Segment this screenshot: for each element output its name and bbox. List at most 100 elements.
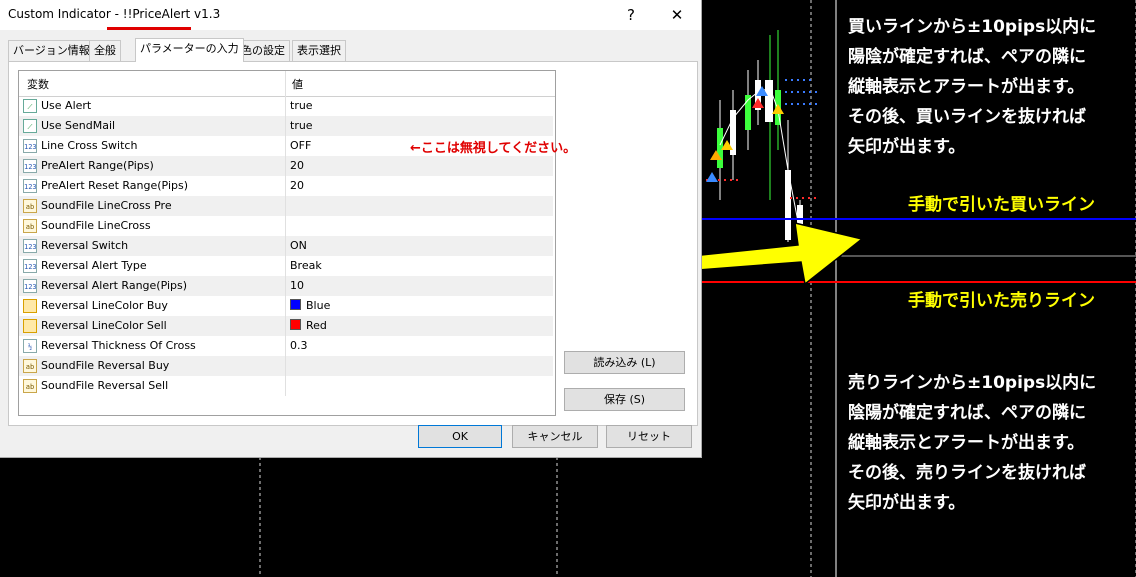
table-row[interactable]: Reversal LineColor Sell Red (19, 316, 553, 336)
table-row[interactable]: ab SoundFile Reversal Sell (19, 376, 553, 396)
column-divider (285, 296, 286, 316)
param-name: Reversal Alert Range(Pips) (41, 279, 188, 292)
param-value[interactable]: Blue (290, 299, 330, 312)
buy-text-line: 縦軸表示とアラートが出ます。 (848, 77, 1085, 97)
reset-button[interactable]: リセット (606, 425, 692, 448)
param-value-text: ON (290, 239, 307, 252)
title-bar: Custom Indicator - !!PriceAlert v1.3 ? ✕ (0, 0, 701, 30)
tab-parameters[interactable]: パラメーターの入力 (135, 38, 244, 62)
string-icon: ab (23, 219, 37, 233)
table-row[interactable]: Reversal LineColor Buy Blue (19, 296, 553, 316)
param-name: Reversal LineColor Buy (41, 299, 168, 312)
parameter-table[interactable]: 変数 値 ⟋ Use Alert true ⟋ Use SendMail true 123 L… (18, 70, 556, 416)
tab-visualization[interactable]: 表示選択 (292, 40, 346, 61)
sell-explanation: 売りラインから±10pips以内に 陰陽が確定すれば、ペアの隣に 縦軸表示とアラ… (848, 368, 1096, 518)
table-row[interactable]: 123 Reversal Switch ON (19, 236, 553, 256)
int-icon: 123 (23, 139, 37, 153)
column-divider (285, 376, 286, 396)
param-value[interactable]: 10 (290, 279, 304, 292)
sell-text-line: 矢印が出ます。 (848, 493, 966, 513)
table-header: 変数 値 (19, 71, 555, 97)
table-row[interactable]: 123 PreAlert Range(Pips) 20 (19, 156, 553, 176)
column-divider (285, 276, 286, 296)
param-name: Reversal Thickness Of Cross (41, 339, 196, 352)
param-value-text: 20 (290, 179, 304, 192)
param-value-text: 20 (290, 159, 304, 172)
param-name: SoundFile Reversal Sell (41, 379, 169, 392)
param-name: Line Cross Switch (41, 139, 138, 152)
param-value[interactable]: Red (290, 319, 327, 332)
param-value[interactable]: OFF (290, 139, 311, 152)
param-value[interactable]: ON (290, 239, 307, 252)
param-value-text: Red (306, 319, 327, 332)
int-icon: 123 (23, 179, 37, 193)
param-name: PreAlert Reset Range(Pips) (41, 179, 189, 192)
color-swatch (290, 299, 301, 310)
param-value[interactable]: 0.3 (290, 339, 308, 352)
table-row[interactable]: ab SoundFile LineCross (19, 216, 553, 236)
column-divider (285, 96, 286, 116)
param-name: Reversal LineColor Sell (41, 319, 167, 332)
ignore-note: ←ここは無視してください。 (410, 141, 577, 156)
title-prefix: Custom Indicator - (8, 7, 123, 21)
tab-general[interactable]: 全般 (89, 40, 121, 61)
close-icon[interactable]: ✕ (654, 0, 700, 30)
param-value[interactable]: 20 (290, 159, 304, 172)
table-row[interactable]: 123 Reversal Alert Type Break (19, 256, 553, 276)
buy-explanation: 買いラインから±10pips以内に 陽陰が確定すれば、ペアの隣に 縦軸表示とアラ… (848, 12, 1096, 162)
table-row[interactable]: ab SoundFile Reversal Buy (19, 356, 553, 376)
sell-text-line: 縦軸表示とアラートが出ます。 (848, 433, 1085, 453)
table-row[interactable]: ⟋ Use Alert true (19, 96, 553, 116)
indicator-name: !!PriceAlert v1.3 (122, 7, 221, 21)
column-divider (285, 156, 286, 176)
window-title: Custom Indicator - !!PriceAlert v1.3 (8, 7, 220, 21)
table-row[interactable]: ½ Reversal Thickness Of Cross 0.3 (19, 336, 553, 356)
buy-text-line: 買いラインから±10pips以内に (848, 17, 1097, 37)
int-icon: 123 (23, 279, 37, 293)
tab-colors[interactable]: 色の設定 (236, 40, 290, 61)
table-row[interactable]: ab SoundFile LineCross Pre (19, 196, 553, 216)
table-row[interactable]: 123 Reversal Alert Range(Pips) 10 (19, 276, 553, 296)
param-value-text: true (290, 99, 313, 112)
param-value-text: true (290, 119, 313, 132)
column-divider (285, 136, 286, 156)
buy-text-line: その後、買いラインを抜ければ (848, 107, 1086, 127)
column-value[interactable]: 値 (292, 76, 303, 92)
param-value[interactable]: 20 (290, 179, 304, 192)
sell-text-line: その後、売りラインを抜ければ (848, 463, 1086, 483)
param-name: SoundFile Reversal Buy (41, 359, 170, 372)
param-name: Use Alert (41, 99, 92, 112)
sell-text-line: 売りラインから±10pips以内に (848, 373, 1097, 393)
ok-button[interactable]: OK (418, 425, 502, 448)
column-divider (285, 216, 286, 236)
param-value[interactable]: true (290, 99, 313, 112)
table-row[interactable]: 123 PreAlert Reset Range(Pips) 20 (19, 176, 553, 196)
custom-indicator-dialog: Custom Indicator - !!PriceAlert v1.3 ? ✕… (0, 0, 702, 458)
int-icon: 123 (23, 239, 37, 253)
save-button[interactable]: 保存 (S) (564, 388, 685, 411)
help-button[interactable]: ? (608, 0, 654, 30)
load-button[interactable]: 読み込み (L) (564, 351, 685, 374)
tab-version-info[interactable]: バージョン情報 (8, 40, 95, 61)
string-icon: ab (23, 199, 37, 213)
column-divider (285, 316, 286, 336)
buy-line-label: 手動で引いた買いライン (908, 195, 1095, 215)
double-icon: ½ (23, 339, 37, 353)
int-icon: 123 (23, 159, 37, 173)
column-divider (285, 176, 286, 196)
param-value[interactable]: true (290, 119, 313, 132)
string-icon: ab (23, 379, 37, 393)
column-divider (285, 196, 286, 216)
table-row[interactable]: ⟋ Use SendMail true (19, 116, 553, 136)
param-value-text: 10 (290, 279, 304, 292)
column-divider (285, 256, 286, 276)
bool-icon: ⟋ (23, 119, 37, 133)
param-value-text: OFF (290, 139, 312, 152)
string-icon: ab (23, 359, 37, 373)
column-divider (285, 236, 286, 256)
cancel-button[interactable]: キャンセル (512, 425, 598, 448)
column-variable[interactable]: 変数 (27, 76, 49, 92)
bool-icon: ⟋ (23, 99, 37, 113)
param-value[interactable]: Break (290, 259, 322, 272)
param-value-text: 0.3 (290, 339, 308, 352)
